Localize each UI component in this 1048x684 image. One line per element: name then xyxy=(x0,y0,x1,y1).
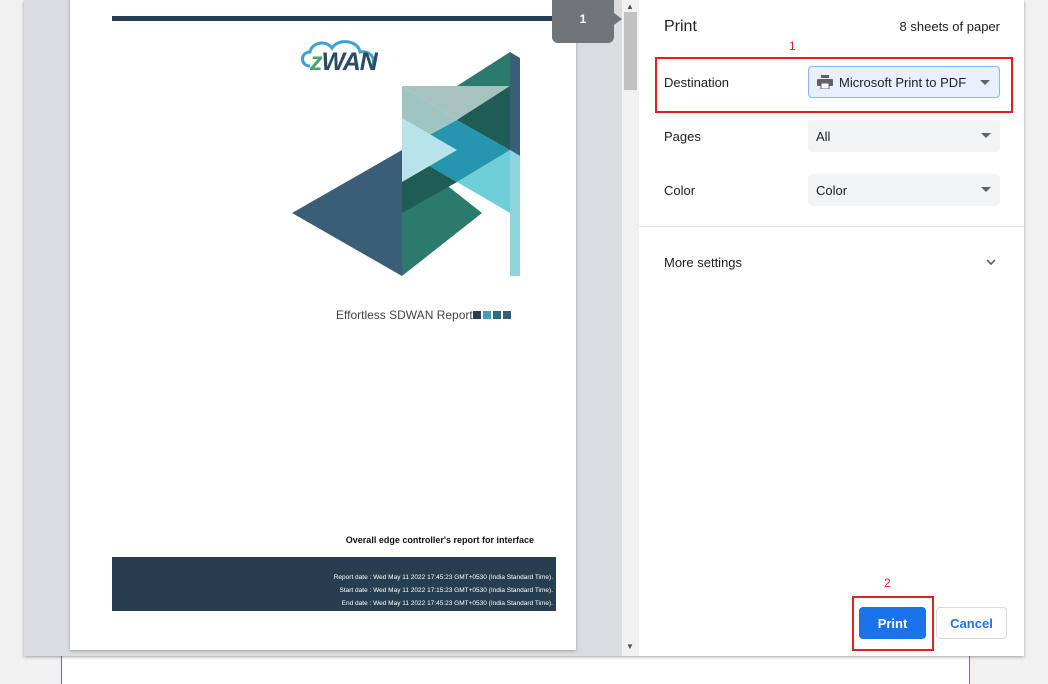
print-preview[interactable]: zWAN Effortless SDWAN Report Overall edg… xyxy=(24,0,639,656)
title-squares xyxy=(473,311,511,319)
pages-label: Pages xyxy=(664,129,701,144)
dropdown-arrow-icon xyxy=(981,133,991,138)
more-settings-toggle[interactable]: More settings xyxy=(664,255,742,270)
dialog-title: Print xyxy=(664,18,697,35)
color-label: Color xyxy=(664,183,696,198)
end-date: End date : Wed May 11 2022 17:45:23 GMT+… xyxy=(341,600,553,607)
color-value: Color xyxy=(816,182,848,198)
chevron-down-icon[interactable] xyxy=(986,257,996,267)
start-date: Start date : Wed May 11 2022 17:15:23 GM… xyxy=(339,587,553,594)
annotation-box-print xyxy=(852,596,934,651)
scroll-up-arrow-icon[interactable]: ▲ xyxy=(626,2,634,11)
overall-report-title: Overall edge controller's report for int… xyxy=(345,535,534,545)
dropdown-arrow-icon xyxy=(981,187,991,192)
annotation-box-destination xyxy=(655,57,1013,113)
preview-scrollbar[interactable]: ▲ ▼ xyxy=(622,0,639,656)
sheets-count: 8 sheets of paper xyxy=(899,19,1000,34)
preview-page: zWAN Effortless SDWAN Report Overall edg… xyxy=(70,0,576,650)
background-window-strip xyxy=(61,655,970,684)
page-header-bar xyxy=(112,16,556,21)
report-title: Effortless SDWAN Report xyxy=(336,308,473,322)
cancel-button[interactable]: Cancel xyxy=(936,607,1007,639)
report-dates-block: Report date : Wed May 11 2022 17:45:23 G… xyxy=(112,557,556,611)
report-cover-art xyxy=(292,52,520,276)
pages-value: All xyxy=(816,128,831,144)
pages-select[interactable]: All xyxy=(808,120,1000,152)
color-select[interactable]: Color xyxy=(808,174,1000,206)
report-date: Report date : Wed May 11 2022 17:45:23 G… xyxy=(333,574,553,581)
page-number-badge: 1 xyxy=(552,0,622,43)
annotation-label-2: 2 xyxy=(884,576,891,590)
annotation-label-1: 1 xyxy=(789,39,796,53)
settings-divider xyxy=(639,226,1024,227)
scroll-down-arrow-icon[interactable]: ▼ xyxy=(626,642,634,651)
scroll-thumb[interactable] xyxy=(624,12,637,90)
